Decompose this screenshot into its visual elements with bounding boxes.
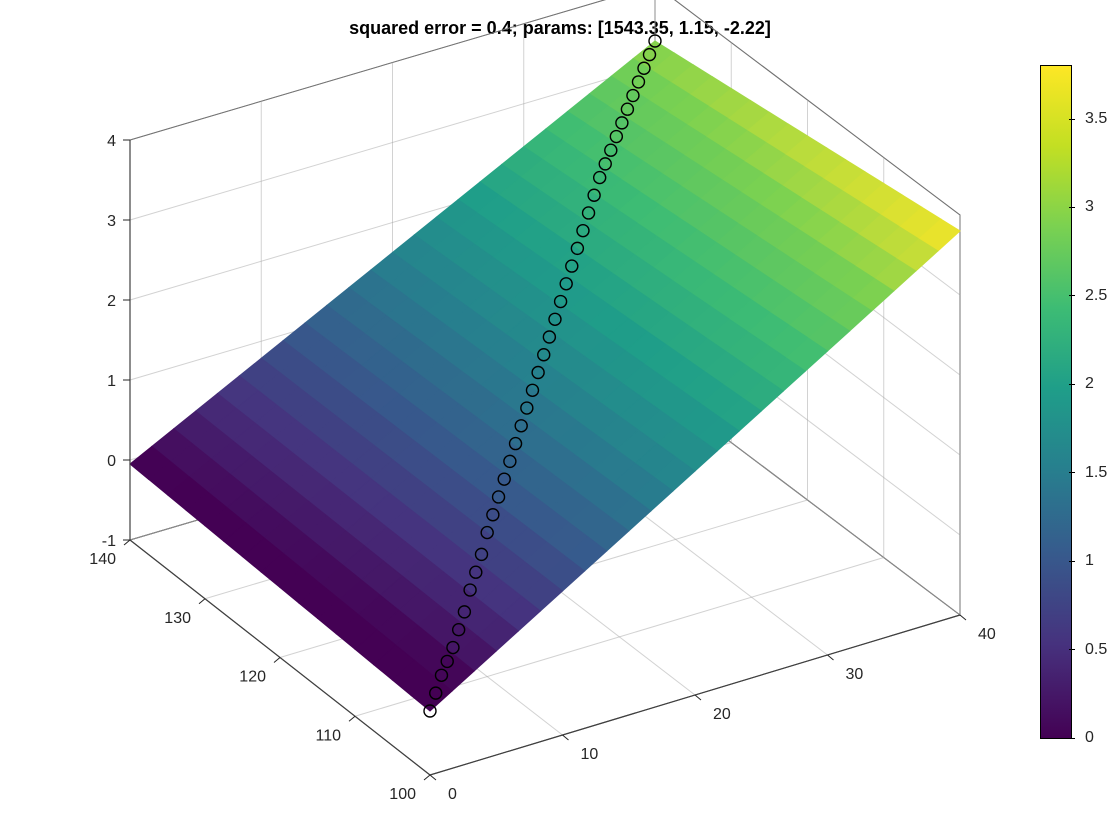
svg-text:130: 130: [164, 610, 191, 627]
svg-text:120: 120: [239, 669, 266, 686]
svg-text:0: 0: [448, 786, 457, 803]
figure: squared error = 0.4; params: [1543.35, 1…: [0, 0, 1120, 840]
svg-text:100: 100: [389, 786, 416, 803]
svg-text:140: 140: [89, 551, 116, 568]
svg-text:30: 30: [846, 666, 864, 683]
svg-text:4: 4: [107, 133, 116, 150]
svg-text:110: 110: [315, 727, 341, 744]
svg-text:1: 1: [107, 373, 116, 390]
colorbar: 00.511.522.533.5: [1040, 65, 1072, 739]
svg-text:-1: -1: [102, 533, 116, 550]
svg-text:20: 20: [713, 706, 731, 723]
svg-text:0: 0: [107, 453, 116, 470]
svg-text:40: 40: [978, 626, 996, 643]
svg-text:10: 10: [581, 746, 599, 763]
svg-text:2: 2: [107, 293, 116, 310]
axes-3d[interactable]: 0 10 20 30 40 100 110 120 130 140-1 0 1 2 3 4: [0, 0, 1120, 840]
svg-text:3: 3: [107, 213, 116, 230]
